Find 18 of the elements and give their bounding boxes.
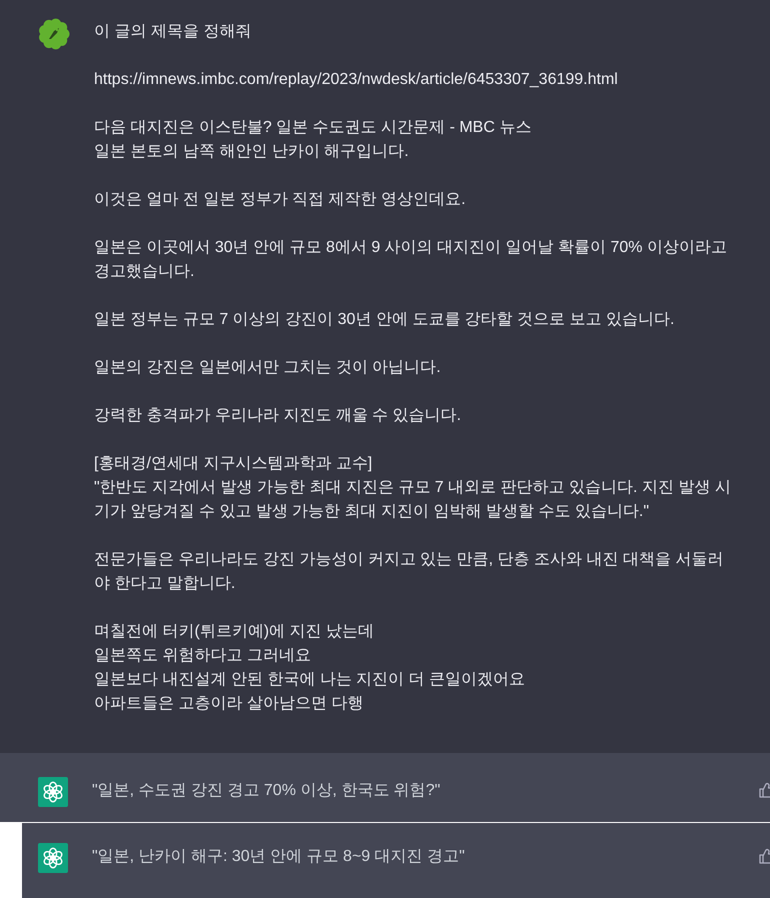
message-paragraph: 며칠전에 터키(튀르키예)에 지진 났는데 일본쪽도 위험하다고 그러네요 일본보다 내진설계 안된 한국에 나는 지진이 더 큰일이겠어요 아파트들은 고층이라 살아남으면 다행 xyxy=(94,622,526,714)
response-text: "일본, 수도권 강진 경고 70% 이상, 한국도 위험?" xyxy=(92,781,442,801)
message-paragraph: 이것은 얼마 전 일본 정부가 직접 제작한 영상인데요. xyxy=(94,190,467,210)
message-paragraph: 전문가들은 우리나라도 강진 가능성이 커지고 있는 만큼, 단층 조사와 내진 대책을 서둘러야 한다고 말합니다. xyxy=(94,550,724,594)
message-paragraph: 이 글의 제목을 정해줘 xyxy=(94,22,252,42)
message-paragraph: 강력한 충격파가 우리나라 지진도 깨울 수 있습니다. xyxy=(94,406,462,426)
message-paragraph: 다음 대지진은 이스탄불? 일본 수도권도 시간문제 - MBC 뉴스 일본 본토의 남쪽 해안인 난카이 해구입니다. xyxy=(94,118,532,162)
message-paragraph: 일본은 이곳에서 30년 안에 규모 8에서 9 사이의 대지진이 일어날 확률이 70% 이상이라고 경고했습니다. xyxy=(94,238,728,282)
logo-icon xyxy=(38,777,68,807)
response-text: "일본, 난카이 해구: 30년 안에 규모 8~9 대지진 경고" xyxy=(92,847,466,867)
message-paragraph: 일본 정부는 규모 7 이상의 강진이 30년 안에 도쿄를 강타할 것으로 보고 있습니다. xyxy=(94,310,676,330)
thumb-up-icon[interactable] xyxy=(759,782,770,798)
flower-avatar-icon xyxy=(38,18,70,50)
message-paragraph: https://imnews.imbc.com/replay/2023/nwdesk/article/6453307_36199.html xyxy=(94,70,619,90)
message-paragraph: 일본의 강진은 일본에서만 그치는 것이 아닙니다. xyxy=(94,358,442,378)
logo-icon xyxy=(38,843,68,873)
thumb-up-icon[interactable] xyxy=(759,848,770,864)
message-paragraph: [홍태경/연세대 지구시스템과학과 교수] "한반도 지각에서 발생 가능한 최대 지진은 규모 7 내외로 판단하고 있습니다. 지진 발생 시기가 앞당겨질 수 있고 발생 가능한 최대 지진이 임박해 발생할 수도 있습니다." xyxy=(94,454,732,522)
